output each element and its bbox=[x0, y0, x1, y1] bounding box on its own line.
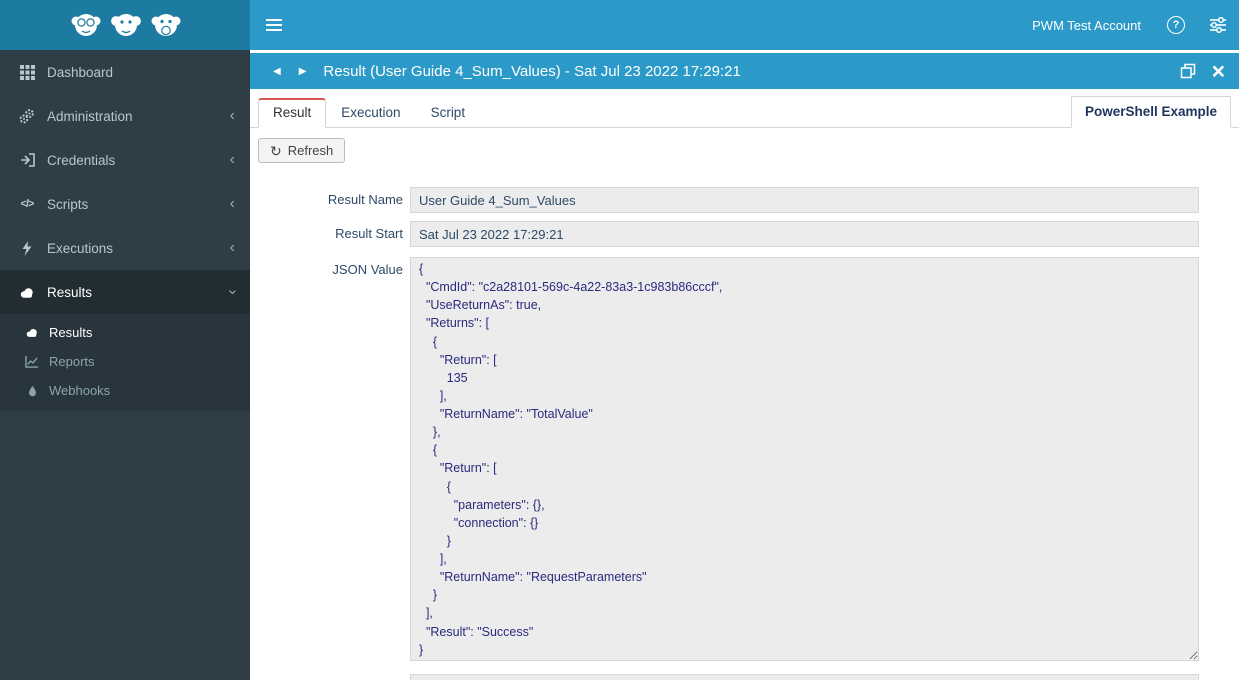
json-value-label: JSON Value bbox=[332, 262, 403, 277]
submenu-item-label: Results bbox=[49, 325, 93, 340]
chevron-left-icon: ‹ bbox=[229, 239, 235, 256]
tab-result[interactable]: Result bbox=[258, 98, 327, 128]
close-window-button[interactable]: × bbox=[1212, 59, 1225, 82]
refresh-button[interactable]: ↻ Refresh bbox=[258, 138, 346, 163]
result-start-input[interactable] bbox=[410, 221, 1199, 247]
submenu-item-label: Webhooks bbox=[49, 383, 111, 398]
sidebar-item-credentials[interactable]: Credentials ‹ bbox=[0, 138, 250, 182]
previous-result-button[interactable]: ◀ bbox=[264, 66, 290, 77]
script-type-badge: PowerShell Example bbox=[1070, 96, 1231, 128]
tab-execution[interactable]: Execution bbox=[326, 98, 415, 128]
line-chart-icon bbox=[22, 355, 42, 368]
result-form: Result Name Result Start JSON Value { "C… bbox=[250, 187, 1239, 680]
chevron-left-icon: ‹ bbox=[229, 107, 235, 124]
window-titlebar: ◀ ▶ Result (User Guide 4_Sum_Values) - S… bbox=[250, 53, 1239, 89]
code-icon: </> bbox=[20, 198, 35, 210]
top-bar: PWM Test Account ? bbox=[250, 0, 1239, 50]
sidebar-item-administration[interactable]: Administration ‹ bbox=[0, 94, 250, 138]
sign-in-icon bbox=[15, 153, 39, 167]
sidebar-item-dashboard[interactable]: Dashboard bbox=[0, 50, 250, 94]
sidebar-item-label: Scripts bbox=[47, 196, 89, 212]
form-row-result-name: Result Name bbox=[250, 187, 1239, 213]
cloud-icon bbox=[15, 286, 39, 299]
hamburger-icon bbox=[266, 18, 282, 32]
chevron-down-icon: ‹ bbox=[223, 289, 241, 295]
form-row-json-value: JSON Value { "CmdId": "c2a28101-569c-4a2… bbox=[250, 257, 1239, 661]
submenu-item-reports[interactable]: Reports bbox=[0, 347, 250, 376]
form-row-next-cropped bbox=[250, 674, 1239, 680]
submenu-item-results[interactable]: Results bbox=[0, 318, 250, 347]
cropped-row-input[interactable] bbox=[410, 674, 1199, 680]
topbar-right-group: PWM Test Account ? bbox=[1018, 0, 1239, 50]
result-start-label: Result Start bbox=[335, 226, 403, 241]
sidebar-item-scripts[interactable]: </> Scripts ‹ bbox=[0, 182, 250, 226]
titlebar-controls: × bbox=[1180, 59, 1225, 83]
window-title: Result (User Guide 4_Sum_Values) - Sat J… bbox=[323, 62, 741, 80]
tab-script[interactable]: Script bbox=[416, 98, 481, 128]
app-layout: PWM Test Account ? Dashboard Administrat… bbox=[0, 0, 1239, 680]
settings-button[interactable] bbox=[1197, 0, 1239, 50]
app-logo[interactable] bbox=[0, 0, 250, 50]
refresh-icon: ↻ bbox=[270, 142, 282, 159]
json-value-textarea[interactable]: { "CmdId": "c2a28101-569c-4a22-83a3-1c98… bbox=[410, 257, 1199, 661]
chevron-left-icon: ‹ bbox=[229, 195, 235, 212]
toolbar: ↻ Refresh bbox=[250, 128, 1239, 163]
restore-window-button[interactable] bbox=[1180, 63, 1196, 79]
help-icon: ? bbox=[1167, 16, 1185, 34]
refresh-button-label: Refresh bbox=[287, 143, 334, 158]
next-result-button[interactable]: ▶ bbox=[290, 66, 316, 77]
form-row-result-start: Result Start bbox=[250, 221, 1239, 247]
sidebar: Dashboard Administration ‹ Credentials ‹ bbox=[0, 50, 250, 680]
results-submenu: Results Reports Webhooks bbox=[0, 314, 250, 411]
chevron-left-icon: ‹ bbox=[229, 151, 235, 168]
bolt-icon bbox=[15, 240, 39, 256]
sidebar-item-label: Executions bbox=[47, 240, 114, 256]
help-button[interactable]: ? bbox=[1155, 0, 1197, 50]
sidebar-item-label: Dashboard bbox=[47, 64, 114, 80]
sidebar-item-executions[interactable]: Executions ‹ bbox=[0, 226, 250, 270]
result-name-label: Result Name bbox=[327, 192, 403, 207]
submenu-item-webhooks[interactable]: Webhooks bbox=[0, 376, 250, 405]
cloud-icon bbox=[22, 327, 42, 338]
grid-icon bbox=[15, 64, 39, 80]
gears-icon bbox=[15, 108, 39, 124]
sidebar-item-label: Results bbox=[47, 284, 93, 300]
droplet-icon bbox=[22, 384, 42, 398]
sidebar-item-label: Credentials bbox=[47, 152, 116, 168]
tab-bar: Result Execution Script PowerShell Examp… bbox=[250, 96, 1239, 128]
sliders-icon bbox=[1209, 17, 1227, 33]
sidebar-toggle-button[interactable] bbox=[250, 0, 298, 50]
main-content: ◀ ▶ Result (User Guide 4_Sum_Values) - S… bbox=[250, 50, 1239, 680]
sidebar-item-results[interactable]: Results ‹ bbox=[0, 270, 250, 314]
sidebar-item-label: Administration bbox=[47, 108, 133, 124]
three-monkeys-logo-icon bbox=[64, 6, 186, 44]
account-name[interactable]: PWM Test Account bbox=[1018, 18, 1155, 33]
result-name-input[interactable] bbox=[410, 187, 1199, 213]
submenu-item-label: Reports bbox=[49, 354, 95, 369]
